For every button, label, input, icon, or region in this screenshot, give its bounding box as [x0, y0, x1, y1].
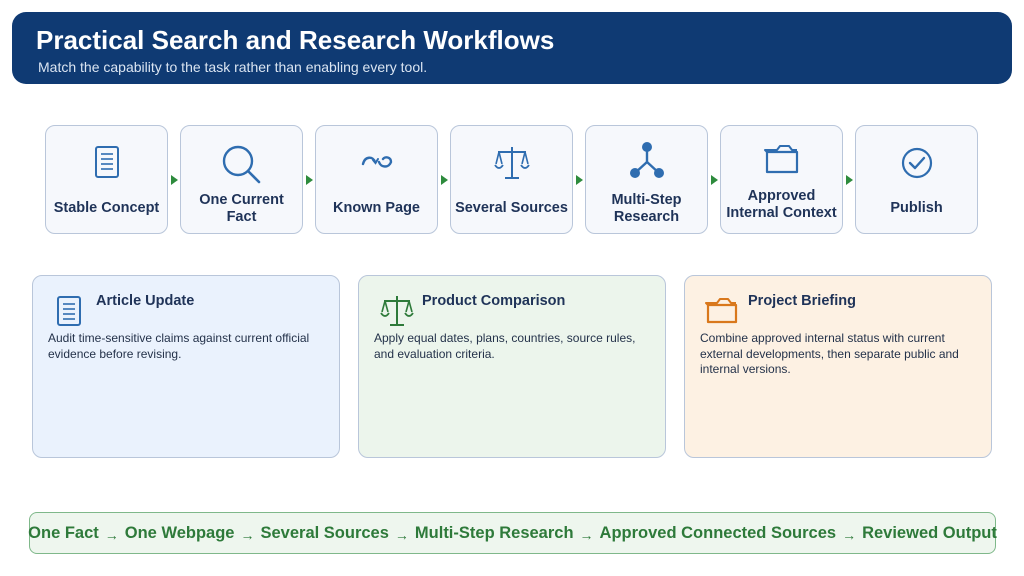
step-approved-internal-context: Approved Internal Context: [720, 125, 843, 234]
scales-icon: [451, 144, 572, 184]
branch-icon: [586, 140, 707, 180]
flow-arrow: [576, 175, 583, 185]
scales-icon: [379, 294, 414, 328]
header-banner: Practical Search and Research Workflows …: [12, 12, 1012, 84]
flow-arrow: [171, 175, 178, 185]
card-text: Audit time-sensitive claims against curr…: [48, 331, 310, 361]
step-label: Multi-Step Research: [611, 191, 682, 225]
path-item: One Webpage: [124, 523, 235, 542]
flow-arrow: [306, 175, 313, 185]
flow-arrow: [846, 175, 853, 185]
step-known-page: Known Page: [315, 125, 438, 234]
step-label: Known Page: [332, 200, 420, 216]
document-icon: [46, 144, 167, 184]
magnifier-icon: [181, 144, 302, 184]
step-label: Approved Internal Context: [726, 187, 837, 221]
step-one-current-fact: One Current Fact: [180, 125, 303, 234]
path-item: One Fact: [28, 523, 99, 542]
card-text: Combine approved internal status with cu…: [700, 331, 959, 376]
path-item: Several Sources: [260, 523, 389, 542]
card-product-comparison: Product Comparison Apply equal dates, pl…: [358, 275, 666, 458]
link-icon: [316, 144, 437, 184]
step-publish: Publish: [855, 125, 978, 234]
page-subtitle: Match the capability to the task rather …: [38, 59, 428, 75]
step-several-sources: Several Sources: [450, 125, 573, 234]
path-item: Multi-Step Research: [414, 523, 574, 542]
step-label: Publish: [890, 200, 943, 216]
folder-icon: [705, 294, 739, 328]
escalation-path: One Fact → One Webpage → Several Sources…: [28, 512, 997, 554]
page-title: Practical Search and Research Workflows: [36, 25, 555, 55]
path-arrow: →: [394, 526, 409, 543]
document-icon: [53, 294, 87, 328]
card-title: Product Comparison: [422, 293, 566, 309]
path-arrow: →: [579, 526, 594, 543]
card-project-briefing: Project Briefing Combine approved intern…: [684, 275, 992, 458]
check-circle-icon: [856, 146, 977, 186]
step-stable-concept: Stable Concept: [45, 125, 168, 234]
step-label: Several Sources: [455, 200, 568, 216]
step-multi-step-research: Multi-Step Research: [585, 125, 708, 234]
path-arrow: →: [240, 526, 255, 543]
card-title: Project Briefing: [748, 293, 856, 309]
folder-icon: [721, 142, 842, 182]
card-text: Apply equal dates, plans, countries, sou…: [374, 331, 636, 361]
card-article-update: Article Update Audit time-sensitive clai…: [32, 275, 340, 458]
path-item: Approved Connected Sources: [599, 523, 837, 542]
card-title: Article Update: [96, 293, 195, 309]
path-arrow: →: [842, 526, 857, 543]
flow-arrow: [441, 175, 448, 185]
flow-arrow: [711, 175, 718, 185]
path-arrow: →: [104, 526, 119, 543]
path-item: Reviewed Output: [862, 523, 997, 542]
step-label: Stable Concept: [53, 200, 160, 216]
step-label: One Current Fact: [199, 191, 284, 225]
